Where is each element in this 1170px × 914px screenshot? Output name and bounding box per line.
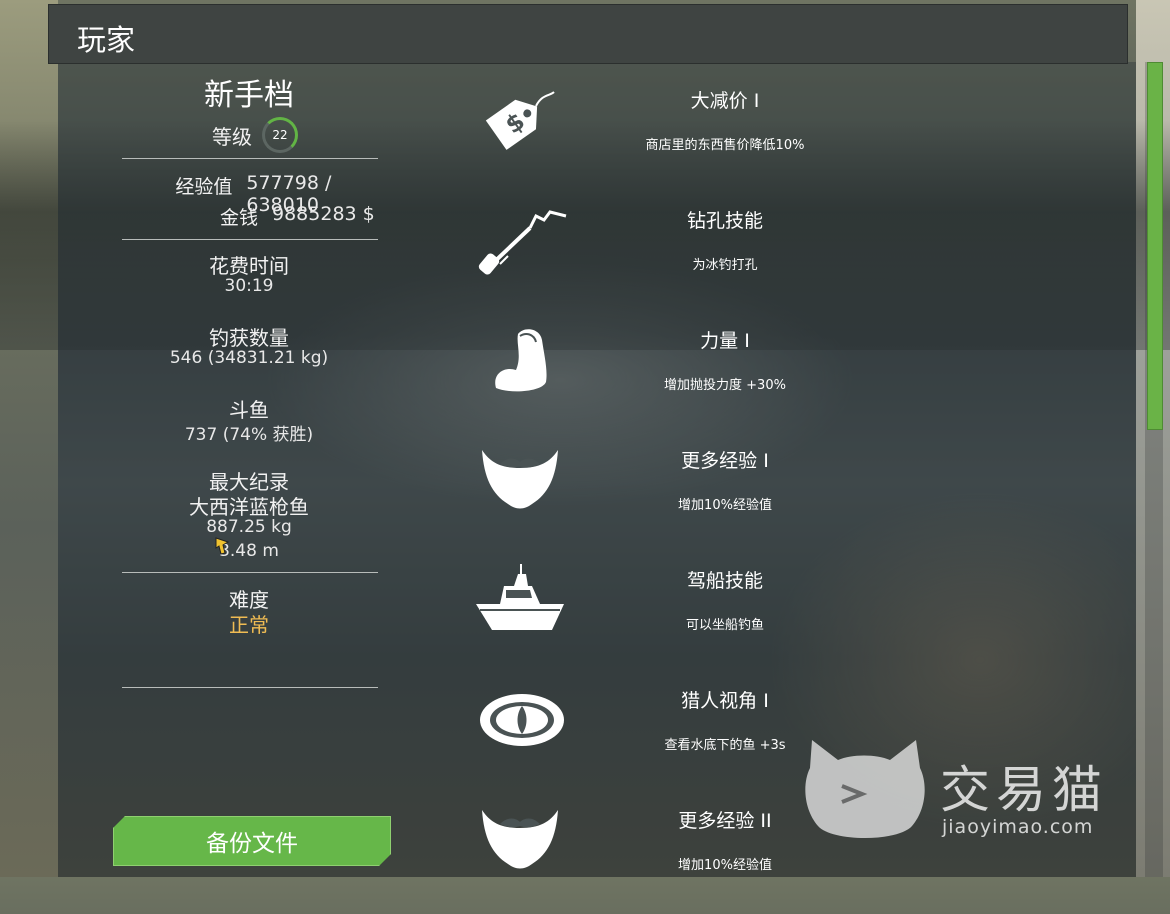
skill-title: 猎人视角 I bbox=[681, 690, 769, 712]
skill-title: 钻孔技能 bbox=[686, 210, 763, 232]
page-title: 玩家 bbox=[77, 23, 136, 57]
ice-drill-icon bbox=[478, 210, 567, 275]
flexed-arm-icon bbox=[495, 329, 547, 392]
watermark: 交易猫 jiaoyimao.com bbox=[802, 740, 1122, 850]
divider bbox=[122, 158, 378, 159]
cat-logo-icon bbox=[805, 740, 925, 838]
skill-desc: 为冰钓打孔 bbox=[692, 258, 758, 273]
skill-title: 大减价 I bbox=[690, 90, 760, 112]
skill-title: 驾船技能 bbox=[686, 570, 763, 592]
fish-fight-label: 斗鱼 bbox=[229, 398, 269, 422]
scrollbar-thumb[interactable] bbox=[1147, 62, 1163, 430]
record-length: 3.48 m bbox=[219, 541, 279, 561]
record-species: 大西洋蓝枪鱼 bbox=[189, 495, 309, 519]
skill-title: 更多经验 I bbox=[681, 450, 769, 472]
difficulty-value: 正常 bbox=[229, 613, 269, 637]
backup-button[interactable]: 备份文件 bbox=[113, 816, 391, 866]
skill-title: 力量 I bbox=[700, 330, 750, 352]
skill-desc: 增加抛投力度 +30% bbox=[664, 378, 786, 393]
level-label: 等级 bbox=[212, 124, 252, 149]
skill-desc: 商店里的东西售价降低10% bbox=[645, 138, 805, 153]
skill-item[interactable]: 力量 I 增加抛投力度 +30% bbox=[470, 314, 890, 434]
level-row: 等级 22 bbox=[212, 117, 298, 153]
divider bbox=[122, 572, 378, 573]
fish-fight-value: 737 (74% 获胜) bbox=[184, 425, 314, 445]
money-row: 金钱 9885283 $ bbox=[118, 203, 375, 230]
fish-caught-label: 钓获数量 bbox=[209, 326, 289, 350]
skill-desc: 增加10%经验值 bbox=[678, 498, 772, 513]
divider bbox=[122, 239, 378, 240]
mouse-cursor-icon bbox=[215, 537, 230, 555]
skill-desc: 可以坐船钓鱼 bbox=[685, 618, 764, 633]
boat-icon bbox=[476, 564, 564, 630]
skill-item[interactable]: 更多经验 I 增加10%经验值 bbox=[470, 434, 890, 554]
level-badge: 22 bbox=[262, 117, 298, 153]
fish-caught-value: 546 (34831.21 kg) bbox=[169, 348, 329, 368]
record-weight: 887.25 kg bbox=[206, 517, 292, 537]
money-label: 金钱 bbox=[219, 207, 258, 229]
skill-item[interactable]: 钻孔技能 为冰钓打孔 bbox=[470, 194, 890, 314]
level-value: 22 bbox=[272, 128, 288, 142]
eye-icon bbox=[480, 694, 564, 746]
profile-name: 新手档 bbox=[204, 78, 294, 113]
skill-desc: 增加10%经验值 bbox=[678, 858, 772, 873]
skill-item[interactable]: 驾船技能 可以坐船钓鱼 bbox=[470, 554, 890, 674]
beard-icon bbox=[482, 450, 558, 509]
price-tag-icon: $ bbox=[485, 91, 555, 150]
divider bbox=[122, 687, 378, 688]
skill-item[interactable]: $ 大减价 I 商店里的东西售价降低10% bbox=[470, 74, 890, 194]
header-bar: 玩家 bbox=[48, 4, 1128, 64]
watermark-brand: 交易猫 bbox=[940, 761, 1108, 819]
time-spent-value: 30:19 bbox=[224, 276, 274, 296]
money-value: 9885283 $ bbox=[272, 203, 375, 225]
beard-icon bbox=[482, 810, 558, 869]
time-spent-label: 花费时间 bbox=[209, 254, 289, 278]
watermark-url: jiaoyimao.com bbox=[942, 816, 1094, 838]
